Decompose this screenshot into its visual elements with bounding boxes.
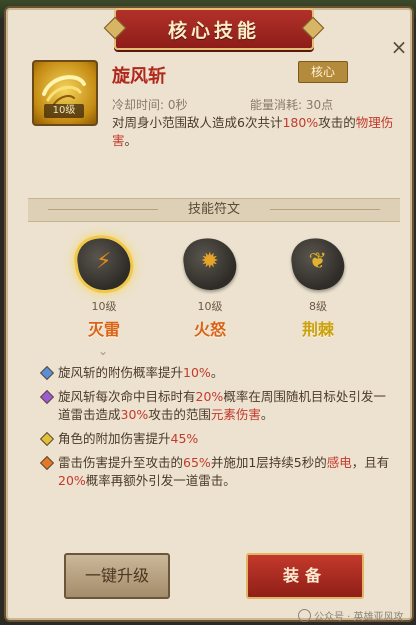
desc-end: 。 xyxy=(124,133,138,148)
effect-item: 旋风斩每次命中目标时有20%概率在周围随机目标处引发一道雷击造成30%攻击的范围… xyxy=(36,388,396,424)
purple-diamond-icon xyxy=(39,389,55,405)
window-title: 核心技能 xyxy=(167,19,260,42)
skill-detail-screen: 核心技能 × 10级 旋风斩 核心 冷却时间: 0秒 能量消耗: 30点 对周身… xyxy=(0,0,416,625)
close-button[interactable]: × xyxy=(388,36,410,58)
effect-text: 攻击的范围 xyxy=(148,407,211,422)
whirlwind-swirl-icon xyxy=(42,75,86,105)
skill-name: 旋风斩 xyxy=(112,66,166,87)
one-click-upgrade-button[interactable]: 一键升级 xyxy=(64,553,170,599)
effect-highlight: 65% xyxy=(183,455,211,470)
rune-section-header: 技能符文 xyxy=(28,198,400,222)
core-badge: 核心 xyxy=(298,61,348,83)
desc-part1: 对周身小范围敌人造成6次共计 xyxy=(112,115,283,130)
effect-highlight: 45% xyxy=(170,431,199,446)
rune-fire[interactable]: ✹ 10级 火怒 xyxy=(170,234,250,346)
effect-item: 角色的附加伤害提升45% xyxy=(36,430,396,448)
energy-cost-text: 能量消耗: 30点 xyxy=(250,98,334,112)
rune-name: 荆棘 xyxy=(301,320,334,339)
effect-text: 旋风斩每次命中目标时有 xyxy=(58,389,196,404)
effect-highlight: 元素伤害 xyxy=(210,407,261,422)
rune-section-title: 技能符文 xyxy=(187,202,240,217)
rune-lightning[interactable]: ⚡ 10级 灭雷 xyxy=(64,234,144,346)
effect-text: 。 xyxy=(260,407,274,422)
whirlwind-skill-icon: 10级 xyxy=(32,60,98,126)
skill-level-tag: 10级 xyxy=(44,104,84,118)
effect-highlight: 20% xyxy=(58,473,86,488)
thorn-rune-icon: ❦ xyxy=(308,249,327,275)
effect-text: 并施加1层持续5秒的 xyxy=(210,455,327,470)
desc-highlight: 180% xyxy=(282,115,319,130)
watermark-text: 公众号 · 英雄亚风攻略站 xyxy=(314,612,404,623)
cooldown-text: 冷却时间: 0秒 xyxy=(112,98,188,112)
effect-item: 旋风斩的附伤概率提升10%。 xyxy=(36,364,396,382)
equip-button[interactable]: 装备 xyxy=(246,553,364,599)
rune-level: 10级 xyxy=(197,300,223,313)
effect-highlight: 20% xyxy=(195,389,224,404)
effect-text: ，且有 xyxy=(351,455,390,470)
effect-text: 旋风斩的附伤概率提升 xyxy=(58,365,184,380)
skill-description: 对周身小范围敌人造成6次共计180%攻击的物理伤害。 xyxy=(112,114,402,150)
effect-text: 雷击伤害提升至攻击的 xyxy=(58,455,184,470)
watermark: 公众号 · 英雄亚风攻略站 xyxy=(298,608,412,625)
desc-part2: 攻击的 xyxy=(318,115,356,130)
rune-level: 8级 xyxy=(309,300,327,313)
effect-text: 角色的附加伤害提升 xyxy=(58,431,171,446)
effect-text: 。 xyxy=(210,365,224,380)
effect-text: 概率再额外引发一道雷击。 xyxy=(85,473,236,488)
rune-gem: ⚡ xyxy=(74,234,134,294)
rune-name: 火怒 xyxy=(193,320,226,339)
effect-highlight: 30% xyxy=(120,407,149,422)
wechat-icon xyxy=(298,609,311,622)
skill-panel: 核心技能 × 10级 旋风斩 核心 冷却时间: 0秒 能量消耗: 30点 对周身… xyxy=(4,6,414,625)
effect-highlight: 感电 xyxy=(326,455,352,470)
effect-item: 雷击伤害提升至攻击的65%并施加1层持续5秒的感电，且有 20%概率再额外引发一道… xyxy=(36,454,396,490)
rune-level: 10级 xyxy=(91,300,117,313)
effect-highlight: 10% xyxy=(183,365,211,380)
rune-gem: ✹ xyxy=(180,234,240,294)
rune-effects-list: 旋风斩的附伤概率提升10%。 旋风斩每次命中目标时有20%概率在周围随机目标处引… xyxy=(36,364,396,496)
chevron-down-icon: ⌄ xyxy=(98,344,109,358)
orange-diamond-icon xyxy=(39,455,55,471)
blue-diamond-icon xyxy=(39,365,55,381)
yellow-diamond-icon xyxy=(39,431,55,447)
fire-rune-icon: ✹ xyxy=(200,249,219,275)
rune-name: 灭雷 xyxy=(87,320,120,339)
rune-thorn[interactable]: ❦ 8级 荆棘 xyxy=(278,234,358,346)
title-banner: 核心技能 xyxy=(114,8,314,50)
rune-gem: ❦ xyxy=(288,234,348,294)
lightning-rune-icon: ⚡ xyxy=(95,249,112,275)
